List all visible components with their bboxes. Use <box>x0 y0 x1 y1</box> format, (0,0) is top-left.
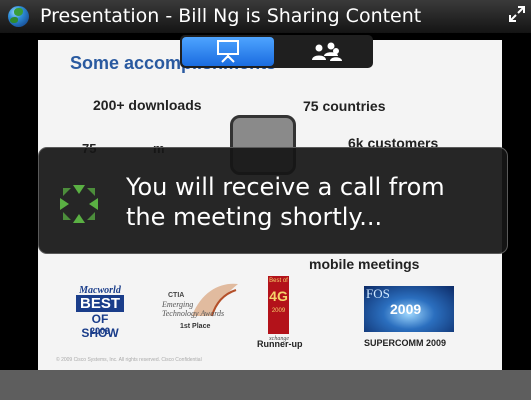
macworld-best-of-show-logo: Macworld BEST OF SHOW 2009 <box>76 285 124 340</box>
window-title: Presentation - Bill Ng is Sharing Conten… <box>40 5 422 27</box>
supercomm-label: SUPERCOMM 2009 <box>364 338 447 348</box>
ctia-award-logo: CTIA Emerging Technology Awards 1st Plac… <box>162 280 242 340</box>
fos-2009-logo: FOS 2009 <box>364 286 454 332</box>
mobile-meetings-stat: mobile meetings <box>309 256 420 272</box>
view-switcher <box>180 35 373 68</box>
globe-icon <box>8 6 29 27</box>
bottom-bar <box>0 370 531 400</box>
best-of-4g-logo: Best of 4G 2009 <box>268 276 289 334</box>
presentation-icon <box>217 40 239 63</box>
runner-up-label: Runner-up <box>257 339 303 349</box>
tab-participants[interactable] <box>279 37 371 66</box>
participants-icon <box>312 42 342 61</box>
countries-stat: 75 countries <box>303 98 386 114</box>
downloads-stat: 200+ downloads <box>93 97 202 113</box>
loading-spinner-icon <box>60 185 98 223</box>
tab-presentation[interactable] <box>182 37 274 66</box>
call-notification-toast: You will receive a call from the meeting… <box>38 147 508 254</box>
slide-footer: © 2009 Cisco Systems, Inc. All rights re… <box>56 357 202 363</box>
toast-message-line-2: the meeting shortly... <box>126 203 383 231</box>
title-bar: Presentation - Bill Ng is Sharing Conten… <box>0 0 531 33</box>
toast-message-line-1: You will receive a call from <box>126 173 445 201</box>
expand-icon[interactable] <box>509 6 525 22</box>
